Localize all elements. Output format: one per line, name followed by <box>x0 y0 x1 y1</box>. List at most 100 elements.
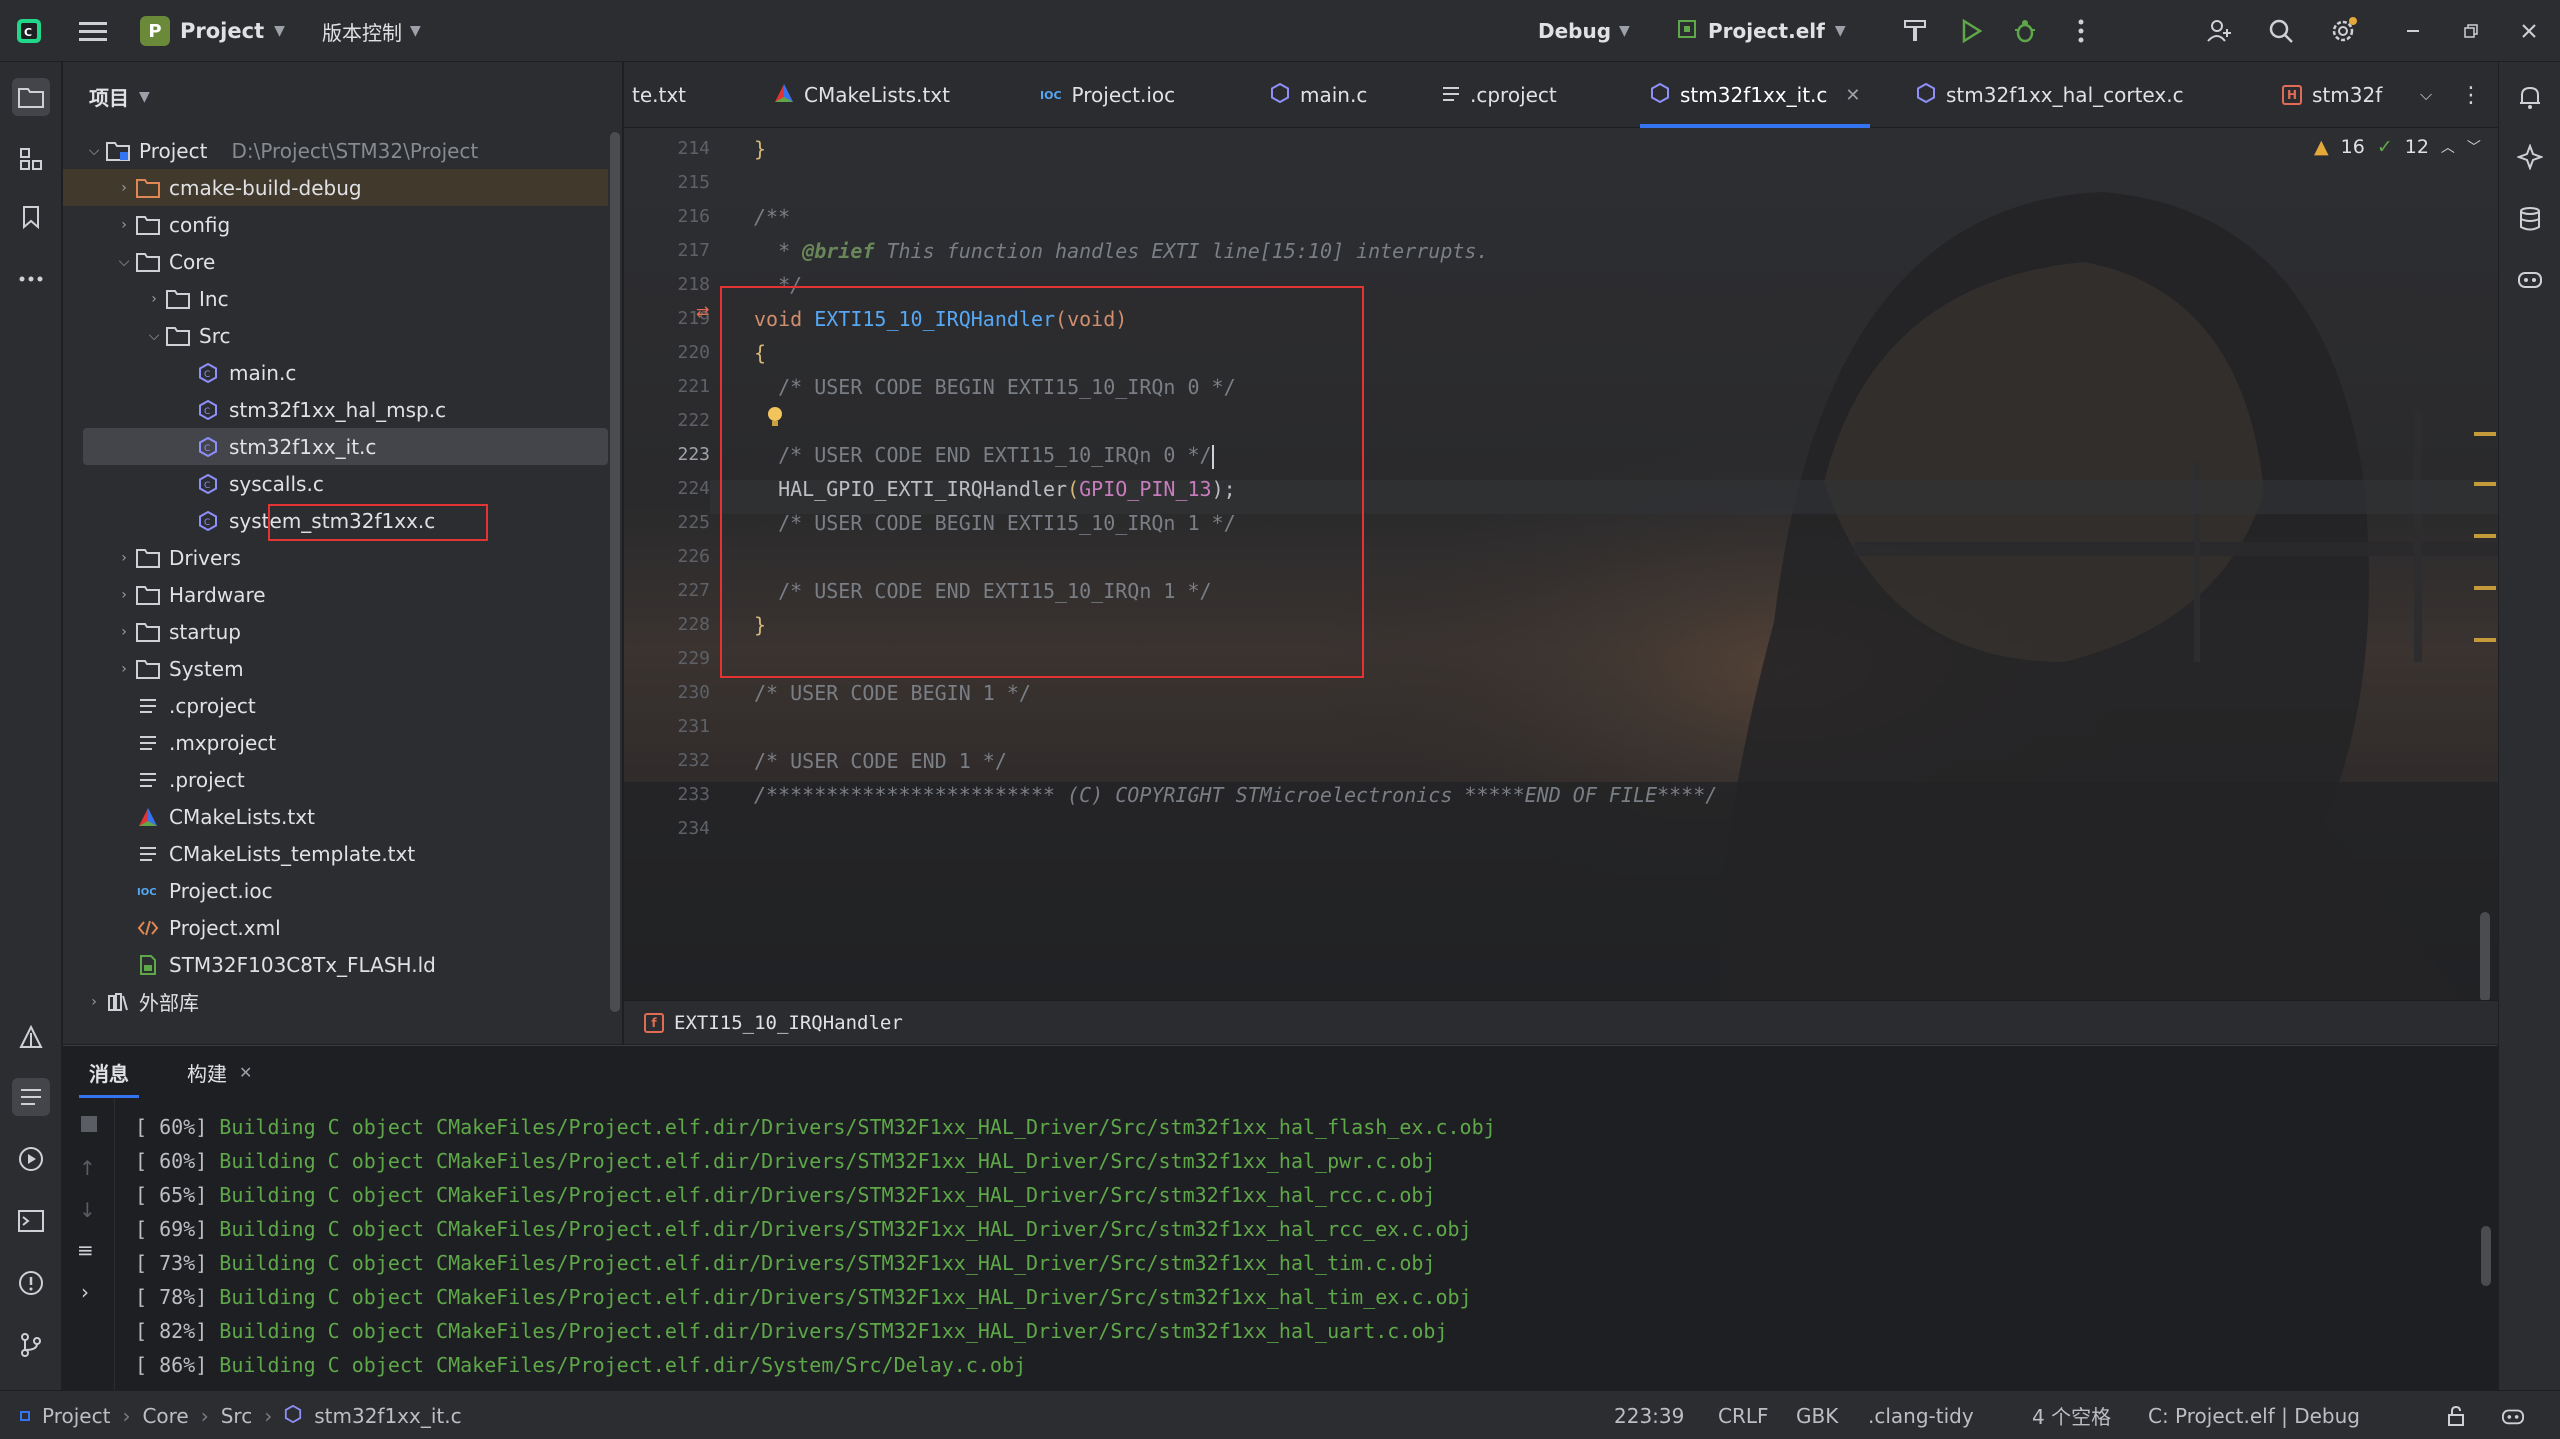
build-output-scrollbar[interactable] <box>2481 1226 2491 1286</box>
chevron-down-icon[interactable]: ⌵ <box>113 254 135 270</box>
settings-gear-icon[interactable] <box>2326 14 2360 48</box>
lock-icon[interactable] <box>2446 1391 2466 1439</box>
project-tool-folder-icon[interactable] <box>12 78 50 116</box>
tab-more-icon[interactable]: ⋮ <box>2460 62 2482 128</box>
indent-setting[interactable]: 4 个空格 <box>2032 1391 2111 1439</box>
breadcrumb-function[interactable]: EXTI15_10_IRQHandler <box>674 1012 903 1034</box>
arrow-up-icon[interactable]: ↑ <box>79 1156 96 1180</box>
database-icon[interactable] <box>2511 200 2549 238</box>
warning-stripe-marker[interactable] <box>2474 482 2496 486</box>
chevron-right-icon[interactable]: › <box>113 624 135 640</box>
tree-node[interactable]: › 外部库 <box>63 983 608 1020</box>
chevron-down-icon[interactable]: ﹀ <box>2467 137 2481 157</box>
more-tools-icon[interactable] <box>12 260 50 298</box>
chevron-down-icon[interactable]: ⌵ <box>83 143 105 159</box>
tree-node[interactable]: › Inc <box>63 280 608 317</box>
project-panel-header[interactable]: 项目 ▼ <box>89 82 150 111</box>
tree-node[interactable]: › config <box>63 206 608 243</box>
tab-list-chevron-icon[interactable]: ⌵ <box>2420 62 2432 128</box>
run-icon[interactable] <box>1954 14 1988 48</box>
services-run-icon[interactable] <box>12 1140 50 1178</box>
warning-stripe-marker[interactable] <box>2474 638 2496 642</box>
copilot-status-icon[interactable] <box>2500 1391 2526 1439</box>
tab-stm32f1xx-it-c[interactable]: stm32f1xx_it.c ✕ <box>1639 62 1871 128</box>
tab-hal-cortex[interactable]: stm32f1xx_hal_cortex.c <box>1916 62 2184 128</box>
tree-node[interactable]: C syscalls.c <box>63 465 608 502</box>
tree-node[interactable]: .cproject <box>63 687 608 724</box>
tree-node[interactable]: ⌵ Core <box>63 243 608 280</box>
chevron-right-icon[interactable]: › <box>113 180 135 196</box>
soft-wrap-icon[interactable]: ≡ <box>77 1238 94 1262</box>
tree-node[interactable]: ⌵ Src <box>63 317 608 354</box>
tab-stm32f-header[interactable]: H stm32f <box>2282 62 2382 128</box>
file-encoding[interactable]: GBK <box>1796 1391 1838 1439</box>
tree-node[interactable]: STM32F103C8Tx_FLASH.ld <box>63 946 608 983</box>
tab-project-ioc[interactable]: IOC Project.ioc <box>1040 62 1175 128</box>
tree-node[interactable]: .project <box>63 761 608 798</box>
main-menu-icon[interactable] <box>78 16 108 46</box>
chevron-up-icon[interactable]: ︿ <box>2441 137 2455 157</box>
chevron-down-icon[interactable]: ⌵ <box>143 328 165 344</box>
terminal-icon[interactable] <box>12 1202 50 1240</box>
notifications-bell-icon[interactable] <box>2511 78 2549 116</box>
build-hammer-icon[interactable] <box>1898 14 1932 48</box>
warning-stripe-marker[interactable] <box>2474 432 2496 436</box>
tree-node[interactable]: › startup <box>63 613 608 650</box>
tree-node[interactable]: › Hardware <box>63 576 608 613</box>
tree-node[interactable]: › Drivers <box>63 539 608 576</box>
minimize-window-icon[interactable] <box>2396 14 2430 48</box>
messages-tool-icon[interactable] <box>12 1078 50 1116</box>
stop-icon[interactable] <box>79 1114 99 1139</box>
editor-scrollbar[interactable] <box>2480 912 2490 1002</box>
chevron-right-icon[interactable]: › <box>83 994 105 1010</box>
warning-stripe-marker[interactable] <box>2474 534 2496 538</box>
resolve-context[interactable]: C: Project.elf | Debug <box>2148 1391 2360 1439</box>
tree-node[interactable]: › cmake-build-debug <box>63 169 608 206</box>
tab-main-c[interactable]: main.c <box>1270 62 1367 128</box>
cmake-tool-icon[interactable] <box>12 1018 50 1056</box>
close-window-icon[interactable] <box>2512 14 2546 48</box>
run-config-selector[interactable]: Debug ▼ <box>1538 14 1630 48</box>
tree-node-selected[interactable]: C stm32f1xx_it.c <box>83 428 608 465</box>
line-separator[interactable]: CRLF <box>1718 1391 1769 1439</box>
project-panel-scrollbar[interactable] <box>610 132 620 1012</box>
chevron-right-icon[interactable]: › <box>113 587 135 603</box>
caret-position[interactable]: 223:39 <box>1614 1391 1684 1439</box>
arrow-down-icon[interactable]: ↓ <box>79 1198 96 1222</box>
chevron-right-icon[interactable]: › <box>113 550 135 566</box>
problems-icon[interactable] <box>12 1264 50 1302</box>
tree-node[interactable]: Project.xml <box>63 909 608 946</box>
restore-window-icon[interactable] <box>2454 14 2488 48</box>
tree-node[interactable]: ⌵ Project D:\Project\STM32\Project <box>63 132 608 169</box>
build-output-log[interactable]: [ 60%] Building C object CMakeFiles/Proj… <box>135 1110 2435 1382</box>
tree-node[interactable]: C stm32f1xx_hal_msp.c <box>63 391 608 428</box>
crumb-project[interactable]: Project <box>42 1404 110 1428</box>
tab-messages[interactable]: 消息 <box>79 1046 139 1098</box>
ai-assistant-icon[interactable] <box>2511 138 2549 176</box>
warning-stripe-marker[interactable] <box>2474 586 2496 590</box>
crumb-core[interactable]: Core <box>142 1404 188 1428</box>
tree-node[interactable]: CMakeLists.txt <box>63 798 608 835</box>
close-tab-icon[interactable]: ✕ <box>1845 85 1860 106</box>
tab-build[interactable]: 构建 ✕ <box>187 1046 252 1098</box>
tree-node[interactable]: › System <box>63 650 608 687</box>
target-selector[interactable]: Project.elf ▼ <box>1676 14 1846 48</box>
tab-cproject[interactable]: .cproject <box>1442 62 1557 128</box>
git-branch-icon[interactable] <box>12 1326 50 1364</box>
tree-node[interactable]: C main.c <box>63 354 608 391</box>
add-user-icon[interactable] <box>2202 14 2236 48</box>
clion-logo-icon[interactable]: C <box>14 16 44 46</box>
interrupt-gutter-arrow-icon[interactable]: ⇄ <box>696 302 709 321</box>
project-widget[interactable]: P Project ▼ <box>140 14 285 48</box>
chevron-right-icon[interactable]: › <box>113 661 135 677</box>
chevron-right-icon[interactable]: › <box>113 217 135 233</box>
search-icon[interactable] <box>2264 14 2298 48</box>
close-tab-icon[interactable]: ✕ <box>239 1063 252 1082</box>
structure-icon[interactable] <box>12 140 50 178</box>
copilot-icon[interactable] <box>2511 260 2549 298</box>
debug-bug-icon[interactable] <box>2008 14 2042 48</box>
clang-tidy-indicator[interactable]: .clang-tidy <box>1868 1391 1974 1439</box>
bookmarks-icon[interactable] <box>12 198 50 236</box>
chevron-right-icon[interactable]: › <box>81 1280 89 1304</box>
vcs-widget[interactable]: 版本控制 ▼ <box>322 14 421 48</box>
